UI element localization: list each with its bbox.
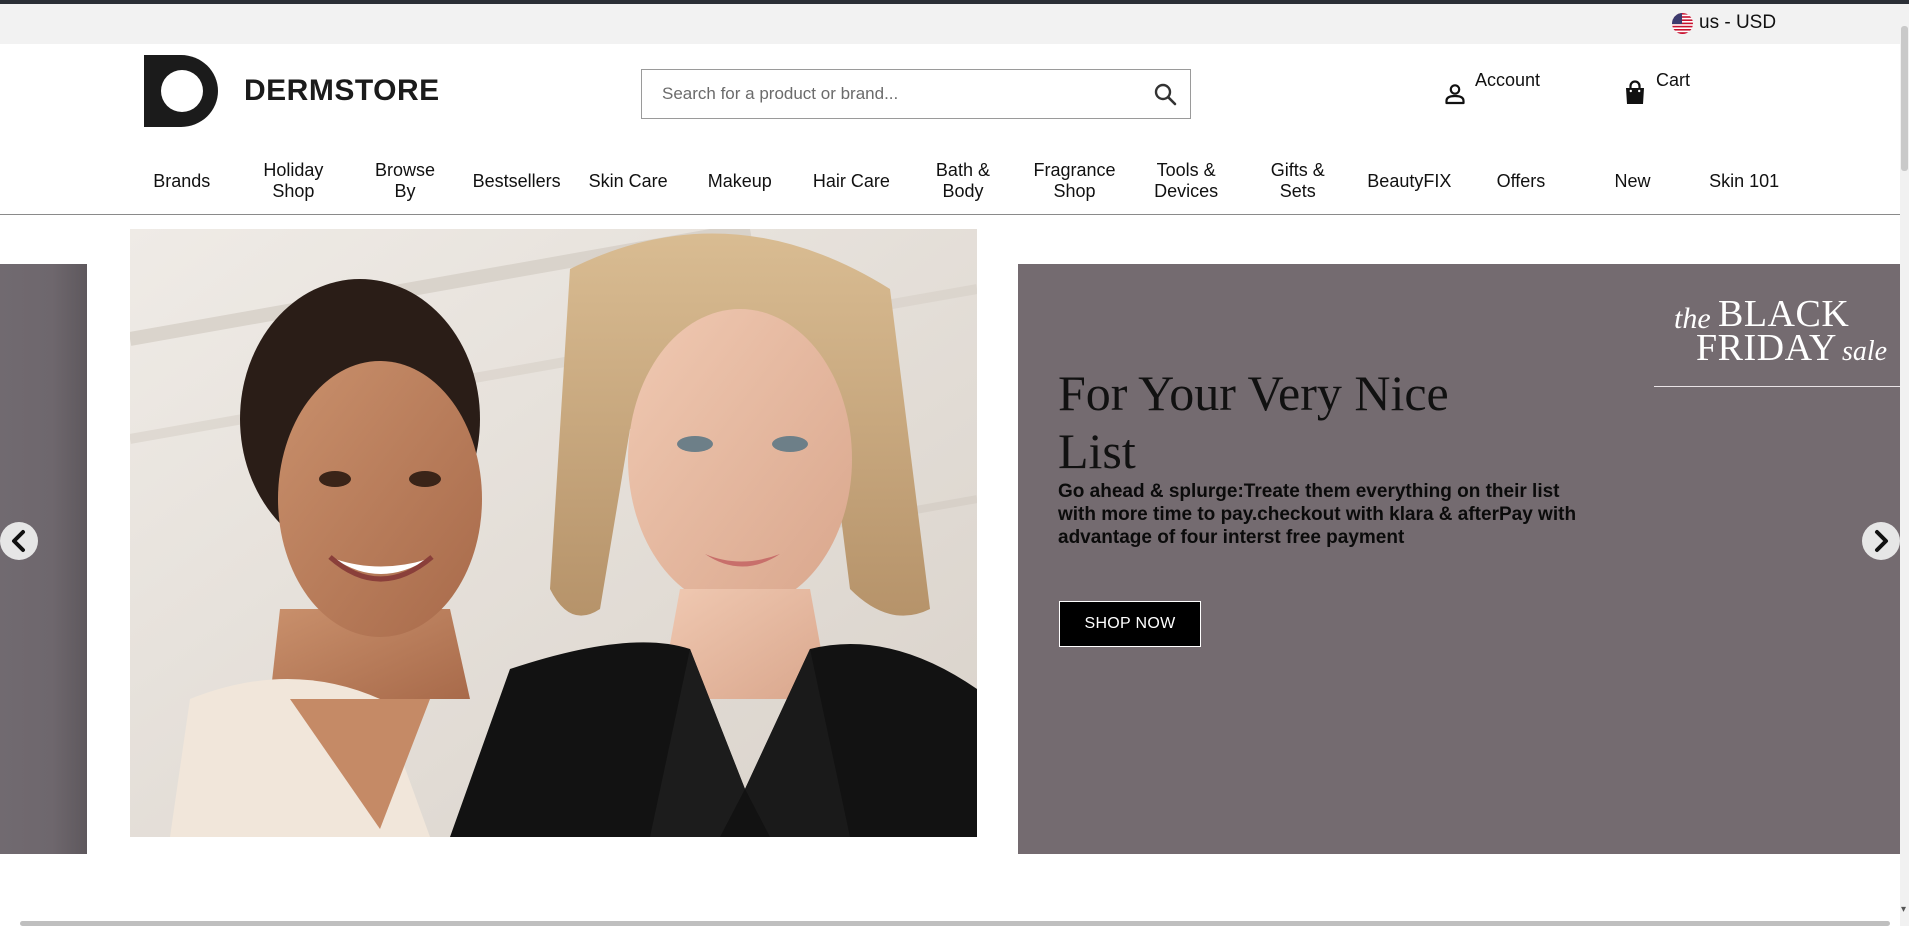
black-friday-badge: the BLACK FRIDAY sale <box>1654 292 1900 387</box>
nav-item-fragrance-shop[interactable]: Fragrance Shop <box>1019 160 1131 202</box>
nav-label: Bestsellers <box>472 170 561 191</box>
nav-item-bath-body[interactable]: Bath & Body <box>907 160 1019 202</box>
nav-item-tools-devices[interactable]: Tools & Devices <box>1130 160 1242 202</box>
scroll-down-arrow-icon[interactable]: ▾ <box>1901 904 1906 915</box>
nav-item-gifts-sets[interactable]: Gifts & Sets <box>1242 160 1354 202</box>
nav-label: Tools & <box>1156 160 1216 180</box>
carousel-next-button[interactable] <box>1862 522 1900 560</box>
nav-item-bestsellers[interactable]: Bestsellers <box>461 171 573 192</box>
chevron-right-icon <box>1875 530 1888 552</box>
chevron-left-icon <box>12 530 25 552</box>
nav-label: Skin Care <box>588 170 668 191</box>
locale-label: us - USD <box>1699 12 1777 33</box>
nav-item-skin-care[interactable]: Skin Care <box>572 171 684 192</box>
cart-link[interactable]: Cart <box>1624 70 1690 111</box>
nav-item-makeup[interactable]: Makeup <box>684 171 796 192</box>
nav-item-offers[interactable]: Offers <box>1465 171 1577 192</box>
nav-label: Skin 101 <box>1709 170 1780 191</box>
nav-label: Holiday <box>263 160 324 180</box>
nav-item-skin-101[interactable]: Skin 101 <box>1688 171 1800 192</box>
nav-label: Fragrance <box>1033 160 1116 180</box>
vertical-scrollbar[interactable]: ▾ <box>1900 4 1909 926</box>
account-link[interactable]: Account <box>1443 70 1540 111</box>
utility-bar: us - USD <box>0 4 1900 44</box>
badge-friday: FRIDAY <box>1696 327 1837 369</box>
horizontal-scrollbar[interactable] <box>20 921 1890 926</box>
nav-label: Sets <box>1279 181 1316 201</box>
carousel-prev-button[interactable] <box>0 522 38 560</box>
shopping-bag-icon <box>1624 80 1646 111</box>
nav-label: Devices <box>1154 181 1219 201</box>
dermstore-logo[interactable]: DERMSTORE <box>144 55 440 127</box>
nav-item-hair-care[interactable]: Hair Care <box>796 171 908 192</box>
us-flag-icon <box>1672 12 1693 34</box>
hero-image <box>130 229 977 837</box>
locale-selector[interactable]: us - USD <box>1672 12 1776 34</box>
nav-label: Browse <box>374 160 435 180</box>
site-header: DERMSTORE Account Cart <box>0 44 1900 215</box>
nav-label: BeautyFIX <box>1367 170 1452 191</box>
logo-mark-icon <box>144 55 218 127</box>
cart-label: Cart <box>1656 70 1691 90</box>
hero-description: Go ahead & splurge:Treate them everythin… <box>1058 481 1577 548</box>
account-label: Account <box>1475 70 1541 90</box>
search-input[interactable] <box>642 71 1140 117</box>
search-bar <box>641 69 1191 119</box>
nav-item-beautyfix[interactable]: BeautyFIX <box>1354 171 1466 192</box>
nav-label: Gifts & <box>1270 160 1325 180</box>
main-nav: Brands Holiday Shop Browse By Bestsellers … <box>126 156 1800 206</box>
search-icon[interactable] <box>1140 70 1190 118</box>
logo-text: DERMSTORE <box>244 74 440 107</box>
nav-label: Makeup <box>707 170 772 191</box>
nav-label: Brands <box>153 170 211 191</box>
nav-label: By <box>394 181 416 201</box>
nav-label: Hair Care <box>812 170 890 191</box>
hero-promo-panel: the BLACK FRIDAY sale For Your Very Nice… <box>1018 264 1900 854</box>
nav-label: Shop <box>1053 181 1096 201</box>
nav-label: Offers <box>1496 170 1546 191</box>
hero-title: For Your Very Nice List <box>1058 365 1449 479</box>
nav-item-brands[interactable]: Brands <box>126 171 238 192</box>
shop-now-button[interactable]: SHOP NOW <box>1059 601 1201 647</box>
nav-label: Bath & <box>935 160 990 180</box>
nav-label: Shop <box>272 181 315 201</box>
scrollbar-thumb[interactable] <box>1901 26 1908 171</box>
nav-label: New <box>1614 170 1651 191</box>
nav-item-holiday-shop[interactable]: Holiday Shop <box>238 160 350 202</box>
hero-carousel: the BLACK FRIDAY sale For Your Very Nice… <box>0 214 1900 854</box>
badge-sale: sale <box>1842 336 1888 367</box>
nav-item-new[interactable]: New <box>1577 171 1689 192</box>
nav-item-browse-by[interactable]: Browse By <box>349 160 461 202</box>
user-icon <box>1443 82 1467 111</box>
nav-label: Body <box>942 181 984 201</box>
